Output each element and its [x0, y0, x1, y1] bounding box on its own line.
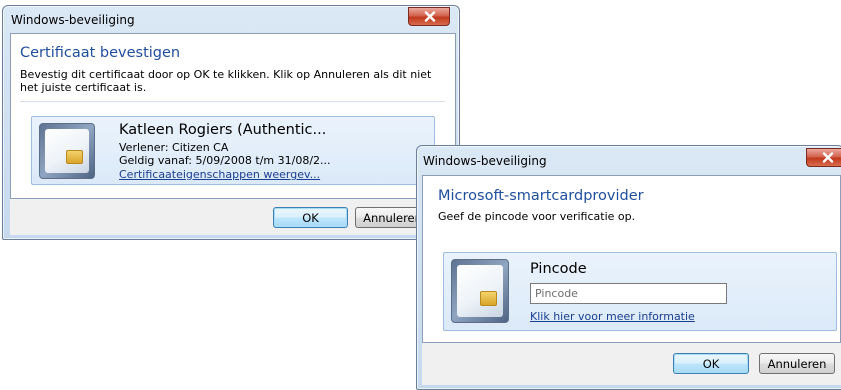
pin-dialog-body: Microsoft-smartcardprovider Geef de pinc…: [422, 175, 841, 343]
ok-button[interactable]: OK: [673, 353, 749, 374]
certificate-properties-link[interactable]: Certificaateigenschappen weergev...: [119, 168, 320, 181]
certificate-dialog: Windows-beveiliging Certificaat bevestig…: [2, 5, 460, 240]
close-icon: [822, 152, 834, 163]
dialog-message: Geef de pincode voor verificatie op.: [438, 210, 636, 223]
certificate-name: Katleen Rogiers (Authentic...: [119, 122, 327, 138]
separator: [20, 101, 445, 102]
certificate-issuer: Verlener: Citizen CA: [119, 141, 229, 154]
close-button[interactable]: [806, 148, 841, 167]
certificate-dialog-footer: OK Annuleren: [10, 199, 456, 235]
dialog-heading: Microsoft-smartcardprovider: [438, 188, 644, 204]
certificate-dialog-titlebar[interactable]: Windows-beveiliging: [3, 6, 459, 34]
ok-button[interactable]: OK: [273, 207, 348, 228]
smartcard-pin-dialog: Windows-beveiliging Microsoft-smartcardp…: [416, 145, 841, 390]
certificate-dialog-body: Certificaat bevestigen Bevestig dit cert…: [10, 33, 456, 199]
dialog-heading: Certificaat bevestigen: [20, 45, 181, 61]
pin-input[interactable]: [530, 283, 727, 304]
dialog-message: Bevestig dit certificaat door op OK te k…: [20, 68, 432, 94]
close-button[interactable]: [408, 7, 450, 26]
more-info-link[interactable]: Klik hier voor meer informatie: [530, 310, 695, 323]
pin-dialog-titlebar[interactable]: Windows-beveiliging: [417, 146, 841, 174]
window-title: Windows-beveiliging: [11, 13, 135, 27]
certificate-validity: Geldig vanaf: 5/09/2008 t/m 31/08/2...: [119, 154, 331, 167]
pin-dialog-footer: OK Annuleren: [422, 343, 841, 385]
cancel-button[interactable]: Annuleren: [759, 353, 835, 374]
pin-label: Pincode: [530, 261, 587, 277]
window-title: Windows-beveiliging: [423, 154, 547, 168]
pin-tile: Pincode Klik hier voor meer informatie: [443, 252, 837, 331]
certificate-tile[interactable]: Katleen Rogiers (Authentic... Verlener: …: [31, 116, 435, 185]
close-icon: [424, 11, 436, 22]
smartcard-icon: [39, 123, 95, 179]
smartcard-icon: [451, 259, 509, 323]
